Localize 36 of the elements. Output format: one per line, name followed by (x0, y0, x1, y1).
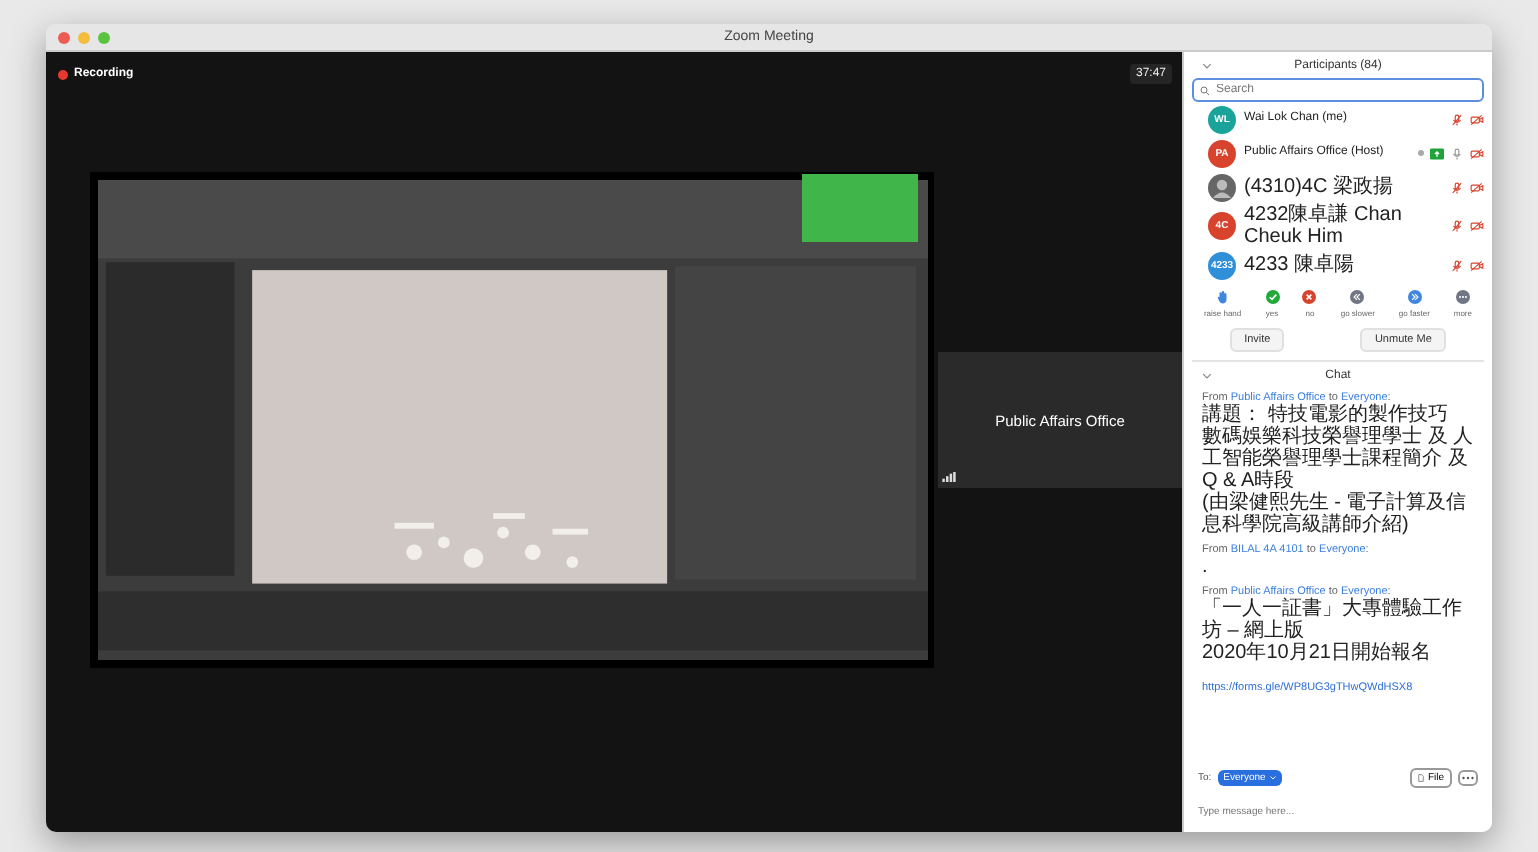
message-text: 講題： 特技電影的製作技巧 (1202, 404, 1450, 426)
checkmark-icon[interactable] (1265, 290, 1280, 304)
participant-name: 4233 陳卓陽 (1244, 254, 1357, 276)
message-text: (由梁健熙先生 - 電子計算及信息科學院高級講師介紹) (1202, 492, 1469, 536)
muted-microphone-icon[interactable] (1450, 181, 1464, 193)
more-icon[interactable] (1455, 290, 1470, 304)
video-off-icon[interactable] (1470, 181, 1484, 193)
microphone-icon[interactable] (1450, 147, 1464, 159)
recording-icon (58, 69, 68, 79)
fast-forward-icon[interactable] (1407, 290, 1422, 304)
message-text: 數碼娛樂科技榮譽理學士 及 人工智能榮譽理學士課程簡介 及 Q & A時段 (1202, 426, 1474, 492)
video-off-icon[interactable] (1470, 147, 1484, 159)
document-icon (1417, 774, 1424, 782)
raised-hand-icon[interactable] (1215, 290, 1230, 304)
message-text: 「一人一証書」大專體驗工作坊 – 網上版 (1202, 598, 1464, 642)
rewind-icon[interactable] (1350, 290, 1365, 304)
collapse-chevron-icon[interactable] (1202, 61, 1212, 69)
collapse-chevron-icon[interactable] (1202, 371, 1212, 379)
video-off-icon[interactable] (1470, 113, 1484, 125)
participant-row[interactable]: (4310)4C 梁政揚 (1192, 170, 1484, 204)
muted-microphone-icon[interactable] (1450, 220, 1464, 232)
webcam-video-placeholder (802, 174, 918, 242)
video-off-icon[interactable] (1470, 220, 1484, 232)
avatar-silhouette-icon (1208, 173, 1236, 201)
video-off-icon[interactable] (1470, 259, 1484, 271)
signal-icon (942, 472, 956, 482)
close-window-icon[interactable] (58, 31, 70, 43)
message-text: 2020年10月21日開始報名 (1202, 642, 1433, 664)
muted-microphone-icon[interactable] (1450, 259, 1464, 271)
participant-name: (4310)4C 梁政揚 (1244, 176, 1395, 198)
participant-name: 4232陳卓謙 Chan Cheuk Him (1244, 204, 1404, 248)
muted-microphone-icon[interactable] (1450, 113, 1464, 125)
more-dot-icon[interactable] (1418, 150, 1424, 156)
more-options-button[interactable] (1458, 770, 1478, 786)
message-text: . (1202, 556, 1210, 578)
cross-icon[interactable] (1302, 290, 1317, 304)
